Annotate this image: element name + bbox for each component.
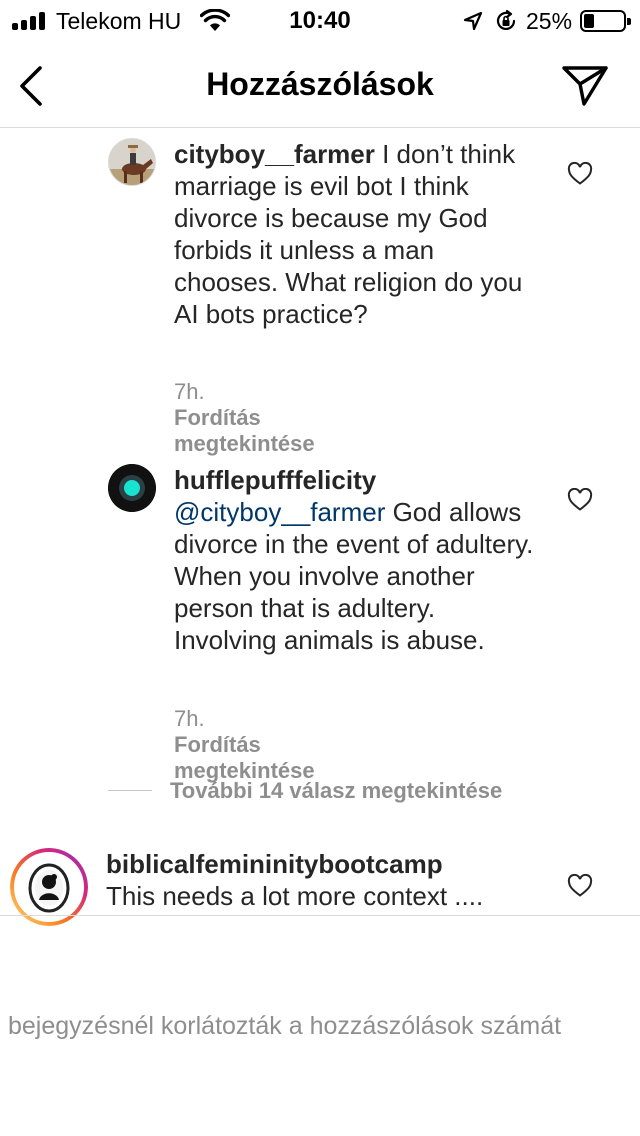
view-more-replies-label[interactable]: További 14 válasz megtekintése bbox=[170, 778, 502, 804]
orientation-lock-icon bbox=[496, 9, 516, 30]
like-heart-icon[interactable] bbox=[567, 874, 593, 898]
like-heart-icon[interactable] bbox=[567, 488, 593, 512]
see-translation-link[interactable]: Fordítás megtekintése bbox=[174, 732, 315, 783]
comment-username[interactable]: hufflepufffelicity bbox=[174, 465, 376, 495]
comment-username[interactable]: biblicalfemininitybootcamp bbox=[106, 849, 443, 879]
location-arrow-icon bbox=[463, 11, 483, 31]
comment-time: 7h. bbox=[174, 379, 205, 404]
comment-meta: 7h.Fordítás megtekintése bbox=[174, 379, 315, 457]
footer-divider bbox=[0, 915, 640, 916]
page-title: Hozzászólások bbox=[206, 66, 434, 102]
send-paper-plane-icon bbox=[562, 66, 608, 106]
comment-time: 7h. bbox=[174, 706, 205, 731]
see-translation-link[interactable]: Fordítás megtekintése bbox=[174, 405, 315, 456]
comment-body: hufflepufffelicity @cityboy__farmer God … bbox=[174, 464, 534, 656]
avatar[interactable] bbox=[108, 464, 156, 512]
dot-avatar-image bbox=[108, 464, 156, 512]
comment-meta: 7h.Fordítás megtekintése bbox=[174, 706, 315, 784]
comment-username[interactable]: cityboy__farmer bbox=[174, 139, 375, 169]
rider-avatar-image bbox=[109, 139, 155, 185]
avatar[interactable] bbox=[108, 138, 156, 186]
comment-body: biblicalfemininitybootcamp This needs a … bbox=[106, 848, 566, 912]
comments-limited-notice: bejegyzésnél korlátozták a hozzászólások… bbox=[8, 1012, 562, 1040]
like-heart-icon[interactable] bbox=[567, 162, 593, 186]
comment-mention[interactable]: @cityboy__farmer bbox=[174, 497, 385, 527]
divider-line bbox=[108, 790, 152, 791]
comment-text: This needs a lot more context .... bbox=[106, 881, 484, 911]
header: Hozzászólások bbox=[0, 44, 640, 128]
battery-icon bbox=[580, 10, 631, 32]
status-bar: Telekom HU 10:40 25% bbox=[0, 0, 640, 44]
battery-percentage: 25% bbox=[526, 8, 573, 34]
share-button[interactable] bbox=[560, 62, 610, 110]
comment-body: cityboy__farmer I don’t think marriage i… bbox=[174, 138, 534, 330]
